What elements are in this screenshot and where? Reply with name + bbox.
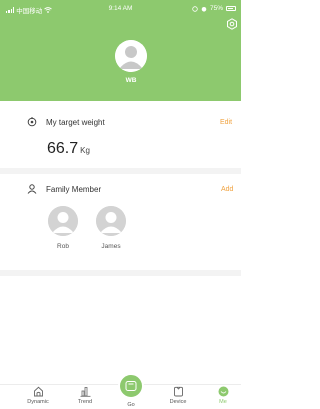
- rotation-lock-icon: [192, 5, 198, 12]
- settings-icon[interactable]: [226, 18, 238, 30]
- user-icon: [96, 206, 126, 236]
- section-divider: [0, 270, 241, 276]
- tab-label: Me: [219, 399, 227, 405]
- home-icon: [33, 386, 43, 397]
- family-member-title: Family Member: [46, 185, 102, 194]
- alarm-icon: [201, 6, 207, 12]
- tab-label: Dynamic: [27, 399, 49, 405]
- target-icon: [27, 117, 37, 127]
- device-icon: [173, 386, 183, 397]
- member-name: Rob: [57, 243, 69, 250]
- family-member-item[interactable]: Rob: [43, 206, 83, 250]
- weight-unit: Kg: [80, 146, 90, 155]
- tab-go-label: Go: [127, 402, 135, 408]
- bar-chart-icon: [80, 387, 90, 397]
- tab-me[interactable]: Me: [205, 386, 241, 405]
- weight-number: 66.7: [47, 140, 79, 157]
- scale-icon: [125, 381, 137, 391]
- user-icon: [48, 206, 78, 236]
- tab-dynamic[interactable]: Dynamic: [20, 386, 56, 405]
- family-member-item[interactable]: James: [91, 206, 131, 250]
- add-member-button[interactable]: Add: [221, 186, 233, 193]
- tab-device[interactable]: Device: [160, 386, 196, 405]
- tab-trend[interactable]: Trend: [67, 386, 103, 405]
- section-divider: [0, 168, 241, 174]
- status-right: 75%: [192, 5, 236, 12]
- tab-label: Device: [169, 399, 187, 405]
- tab-label: Trend: [77, 399, 93, 405]
- member-name: James: [101, 243, 121, 250]
- target-weight-title: My target weight: [46, 118, 105, 127]
- person-icon: [27, 184, 37, 194]
- smile-icon: [218, 386, 228, 397]
- tab-go[interactable]: [118, 373, 144, 399]
- edit-target-button[interactable]: Edit: [220, 119, 232, 126]
- target-weight-value: 66.7 Kg: [47, 140, 90, 158]
- status-bar: 中国移动 9:14 AM 75%: [0, 0, 241, 16]
- battery-percent: 75%: [209, 5, 223, 12]
- member-avatar: [96, 206, 126, 236]
- battery-icon: [226, 6, 236, 11]
- profile-header: 中国移动 9:14 AM 75% WB: [0, 0, 241, 101]
- member-avatar: [48, 206, 78, 236]
- profile-name: WB: [125, 77, 137, 84]
- user-icon: [115, 40, 147, 72]
- profile-avatar[interactable]: [115, 40, 147, 72]
